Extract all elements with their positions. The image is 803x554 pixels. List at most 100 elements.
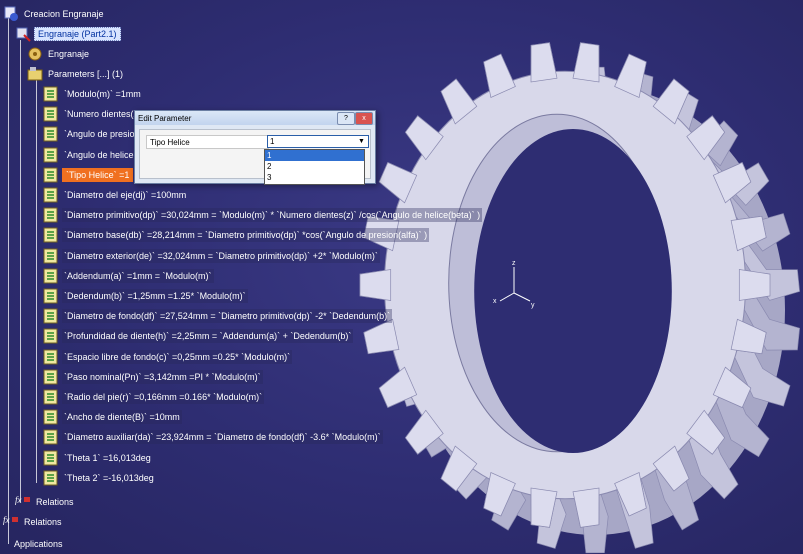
tree-node-parameter[interactable]: `Angulo de helice [42, 147, 136, 163]
parameter-icon [43, 167, 58, 183]
tree-node-parameter[interactable]: `Diametro primitivo(dp)` =30,024mm = `Mo… [42, 207, 483, 223]
relations-fx-icon: fx [15, 495, 30, 505]
parameter-icon [43, 207, 58, 223]
tree-node-applications[interactable]: Applications [12, 536, 65, 552]
tree-node-parameters[interactable]: Parameters [...] (1) [26, 66, 125, 82]
tree-label-parameter: `Diametro exterior(de)` =32,024mm = `Dia… [62, 248, 380, 263]
gear-tooth-face [530, 42, 558, 83]
parameter-icon [43, 389, 58, 405]
tree-node-parameter[interactable]: `Angulo de presio [42, 126, 137, 142]
tree-label-parameter: `Diametro auxiliar(da)` =23,924mm = `Dia… [62, 430, 383, 445]
parameters-folder-icon [27, 67, 43, 81]
tree-node-parameter[interactable]: `Diametro del eje(dj)` =100mm [42, 187, 188, 203]
tree-label-relations-inner: Relations [36, 497, 74, 507]
parameter-icon [43, 450, 58, 466]
tree-label-relations-outer: Relations [24, 517, 62, 527]
tree-node-part[interactable]: Engranaje (Part2.1) [14, 26, 121, 42]
tree-node-parameter[interactable]: `Profundidad de diente(h)` =2,25mm = `Ad… [42, 328, 354, 344]
combo-value: 1 [270, 137, 275, 146]
tree-node-parameter[interactable]: `Tipo Helice` =1 [42, 167, 134, 183]
tree-node-parameter[interactable]: `Espacio libre de fondo(c)` =0,25mm =0.2… [42, 349, 293, 365]
gear-tooth-face [363, 318, 400, 355]
tree-node-parameter[interactable]: `Diametro de fondo(df)` =27,524mm = `Dia… [42, 308, 393, 324]
gear-tooth-face [738, 269, 771, 301]
parameter-icon [43, 369, 58, 385]
chevron-down-icon[interactable]: ▼ [356, 136, 367, 147]
parameter-icon [43, 248, 58, 264]
tree-node-root[interactable]: Creacion Engranaje [2, 6, 106, 22]
axis-y-line [513, 292, 531, 302]
tree-node-parameter[interactable]: `Ancho de diente(B)` =10mm [42, 409, 182, 425]
parameter-name-field: Tipo Helice [146, 135, 269, 149]
tree-line-part [20, 40, 21, 502]
parameter-icon [43, 86, 58, 102]
tree-node-body[interactable]: Engranaje [26, 46, 91, 62]
svg-text:fx: fx [3, 515, 10, 525]
tree-label-parameter: `Theta 1` =16,013deg [64, 452, 151, 463]
tree-label-parameter: `Espacio libre de fondo(c)` =0,25mm =0.2… [62, 349, 293, 364]
value-dropdown-list: 1 2 3 [264, 149, 365, 185]
parameter-icon [43, 268, 58, 284]
parameter-icon [43, 106, 58, 122]
tree-label-parameters: Parameters [...] (1) [48, 69, 124, 79]
tree-label-parameter: `Tipo Helice` =1 [62, 167, 134, 182]
value-combobox[interactable]: 1 ▼ [267, 135, 369, 148]
tree-node-parameter[interactable]: `Modulo(m)` =1mm [42, 86, 143, 102]
dropdown-option[interactable]: 1 [265, 150, 364, 161]
tree-label-parameter: `Paso nominal(Pn)` =3,142mm =PI * `Modul… [62, 369, 263, 384]
tree-line-params [36, 80, 37, 483]
dialog-title: Edit Parameter [138, 113, 192, 123]
tree-label-body: Engranaje [48, 49, 90, 59]
product-icon [4, 6, 18, 21]
tree-label-parameter: `Radio del pie(r)` =0,166mm =0.166* `Mod… [62, 390, 265, 404]
tree-label-part: Engranaje (Part2.1) [34, 27, 121, 41]
tree-node-parameter[interactable]: `Paso nominal(Pn)` =3,142mm =PI * `Modul… [42, 369, 263, 385]
axis-x-label: x [493, 298, 497, 305]
parameter-icon [43, 187, 58, 203]
parameter-icon [43, 429, 58, 445]
parameter-icon [43, 308, 58, 324]
tree-node-parameter[interactable]: `Numero dientes(z [42, 106, 140, 122]
tree-label-parameter: `Modulo(m)` =1mm [64, 89, 141, 99]
parameter-icon [43, 126, 58, 142]
tree-label-applications: Applications [14, 539, 63, 549]
tree-node-parameter[interactable]: `Diametro auxiliar(da)` =23,924mm = `Dia… [42, 429, 383, 445]
tree-label-parameter: `Diametro del eje(dj)` =100mm [64, 190, 187, 200]
axis-y-label: y [531, 302, 535, 309]
gear-tooth-face [572, 42, 600, 83]
tree-node-parameter[interactable]: `Radio del pie(r)` =0,166mm =0.166* `Mod… [42, 389, 265, 405]
tree-node-parameter[interactable]: `Diametro exterior(de)` =32,024mm = `Dia… [42, 248, 380, 264]
parameter-icon [43, 227, 58, 243]
parameter-icon [43, 288, 58, 304]
tree-label-parameter: `Ancho de diente(B)` =10mm [62, 410, 182, 425]
axis-z-label: z [512, 260, 516, 267]
tree-label-parameter: `Dedendum(b)` =1,25mm =1.25* `Modulo(m)` [62, 289, 248, 303]
tree-label-parameter: `Angulo de helice [64, 149, 134, 160]
svg-text:fx: fx [15, 495, 22, 505]
compass-axes: z x y [493, 260, 535, 309]
tree-label-root: Creacion Engranaje [24, 9, 104, 19]
tree-label-parameter: `Numero dientes(z [64, 109, 139, 120]
tree-label-parameter: `Diametro de fondo(df)` =27,524mm = `Dia… [62, 309, 393, 324]
help-button[interactable]: ? [337, 112, 355, 125]
parameter-icon [43, 409, 58, 425]
part-icon [16, 27, 31, 42]
tree-label-parameter: `Addendum(a)` =1mm = `Modulo(m)` [62, 268, 214, 283]
tree-node-parameter[interactable]: `Theta 2` =-16,013deg [42, 470, 156, 486]
parameter-icon [43, 147, 58, 163]
tree-node-parameter[interactable]: `Addendum(a)` =1mm = `Modulo(m)` [42, 268, 214, 284]
tree-node-parameter[interactable]: `Theta 1` =16,013deg [42, 450, 153, 466]
tree-node-relations-inner[interactable]: fx Relations [14, 494, 76, 510]
tree-label-parameter: `Diametro primitivo(dp)` =30,024mm = `Mo… [62, 208, 483, 223]
relations-fx-icon: fx [3, 515, 18, 525]
axis-x-line [499, 292, 515, 302]
tree-node-parameter[interactable]: `Dedendum(b)` =1,25mm =1.25* `Modulo(m)` [42, 288, 248, 304]
parameter-icon [43, 328, 58, 344]
dropdown-option[interactable]: 2 [265, 161, 364, 172]
tree-node-relations-outer[interactable]: fx Relations [2, 514, 64, 530]
close-button[interactable]: x [355, 112, 373, 125]
tree-label-parameter: `Theta 2` =-16,013deg [64, 472, 154, 483]
tree-node-parameter[interactable]: `Diametro base(db)` =28,214mm = `Diametr… [42, 227, 430, 243]
body-gear-icon [28, 47, 42, 61]
dropdown-option[interactable]: 3 [265, 172, 364, 183]
